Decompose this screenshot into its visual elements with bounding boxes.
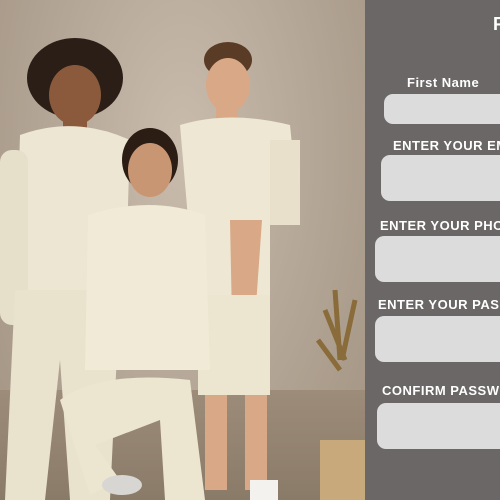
confirm-password-label: CONFIRM PASSW (382, 383, 500, 398)
email-input[interactable] (381, 155, 500, 201)
password-label: ENTER YOUR PAS (378, 297, 500, 312)
email-label: ENTER YOUR EM (393, 138, 500, 153)
signup-panel: F First Name ENTER YOUR EM ENTER YOUR PH… (365, 0, 500, 500)
form-title: F (493, 14, 500, 34)
hero-photo (0, 0, 365, 500)
phone-input[interactable] (375, 236, 500, 282)
models-illustration (0, 38, 365, 500)
first-name-input[interactable] (384, 94, 500, 124)
password-input[interactable] (375, 316, 500, 362)
first-name-label: First Name (407, 75, 480, 90)
confirm-password-input[interactable] (377, 403, 500, 449)
phone-label: ENTER YOUR PHO (380, 218, 500, 233)
